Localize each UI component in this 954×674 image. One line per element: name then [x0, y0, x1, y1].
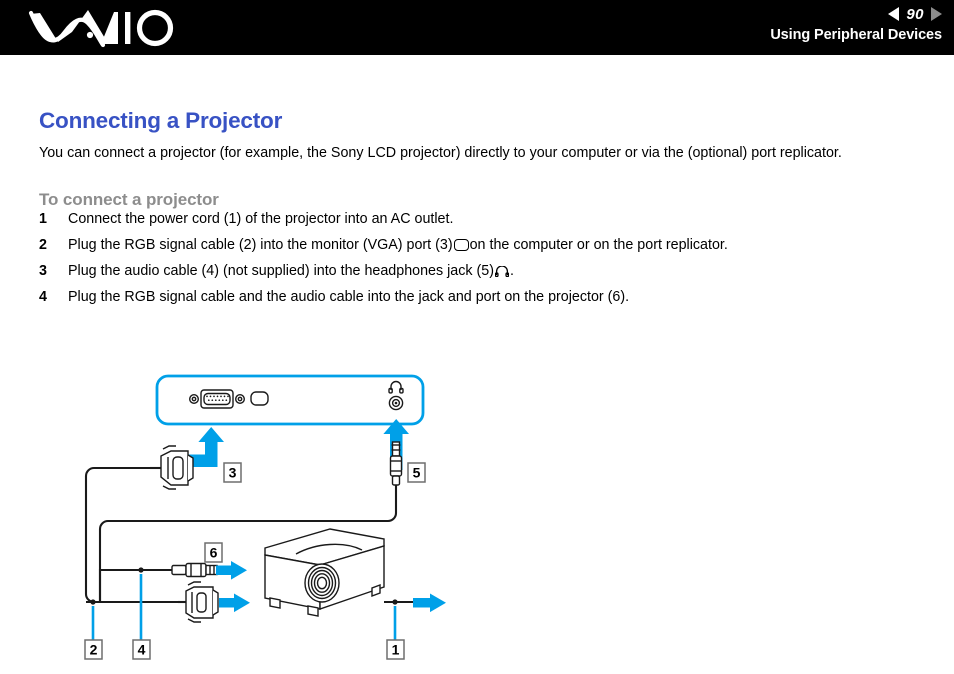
- step-text: Plug the audio cable (4) (not supplied) …: [68, 263, 514, 279]
- callout-box-4: 4: [132, 639, 151, 660]
- list-item: 4 Plug the RGB signal cable and the audi…: [39, 284, 919, 310]
- projector-vga-plug: [178, 581, 219, 623]
- step-text: Plug the RGB signal cable and the audio …: [68, 289, 630, 305]
- headphones-icon: [495, 266, 510, 277]
- step-number: 3: [39, 263, 47, 279]
- steps-list: 1 Connect the power cord (1) of the proj…: [39, 206, 919, 310]
- callout-label: 5: [413, 465, 421, 481]
- cable-junction-dot: [392, 599, 398, 605]
- connection-diagram: .ln { fill:none; stroke:#1a1a1a; stroke-…: [0, 310, 954, 674]
- projector-audio-plug: [171, 562, 218, 578]
- step-number: 1: [39, 211, 47, 227]
- vaio-logo: [28, 6, 203, 50]
- callout-box-5: 5: [407, 462, 426, 483]
- computer-panel: [155, 374, 425, 426]
- vga-connect-arrow-icon: [219, 593, 250, 613]
- page-navigation[interactable]: 90: [888, 4, 942, 24]
- list-item: 1 Connect the power cord (1) of the proj…: [39, 206, 919, 232]
- power-cord-arrow-icon: [413, 593, 446, 613]
- cable-junction-dot: [90, 599, 96, 605]
- right-triangle-icon[interactable]: [931, 7, 942, 21]
- page-title: Connecting a Projector: [39, 108, 283, 134]
- projector-lens: [304, 563, 340, 603]
- header-section-title: Using Peripheral Devices: [770, 27, 942, 43]
- callout-box-1: 1: [386, 639, 405, 660]
- callout-label: 2: [90, 642, 98, 658]
- audio-cable-inner-line: [98, 568, 172, 602]
- callout-box-3: 3: [223, 462, 242, 483]
- left-triangle-icon[interactable]: [888, 7, 900, 21]
- vga-connector-plug: [150, 445, 194, 490]
- cable-junction-dot: [138, 567, 144, 573]
- page-header: 90 Using Peripheral Devices: [0, 0, 954, 55]
- list-item: 2 Plug the RGB signal cable (2) into the…: [39, 232, 919, 258]
- page-number: 90: [906, 5, 924, 23]
- callout-label: 1: [392, 642, 400, 658]
- list-item: 3 Plug the audio cable (4) (not supplied…: [39, 258, 919, 284]
- step-number: 2: [39, 237, 47, 253]
- audio-plug: [389, 441, 403, 486]
- monitor-port-icon: [453, 239, 469, 251]
- callout-label: 3: [229, 465, 237, 481]
- step-text: Plug the RGB signal cable (2) into the m…: [68, 237, 728, 253]
- projector-body: [264, 528, 385, 617]
- intro-paragraph: You can connect a projector (for example…: [39, 145, 842, 162]
- audio-connect-arrow-icon: [216, 561, 247, 580]
- callout-box-2: 2: [84, 639, 103, 660]
- callout-box-6: 6: [204, 542, 223, 563]
- callout-label: 6: [210, 545, 218, 561]
- page-content: Connecting a Projector You can connect a…: [0, 55, 954, 674]
- step-number: 4: [39, 289, 47, 305]
- callout-label: 4: [138, 642, 146, 658]
- step-text: Connect the power cord (1) of the projec…: [68, 211, 454, 227]
